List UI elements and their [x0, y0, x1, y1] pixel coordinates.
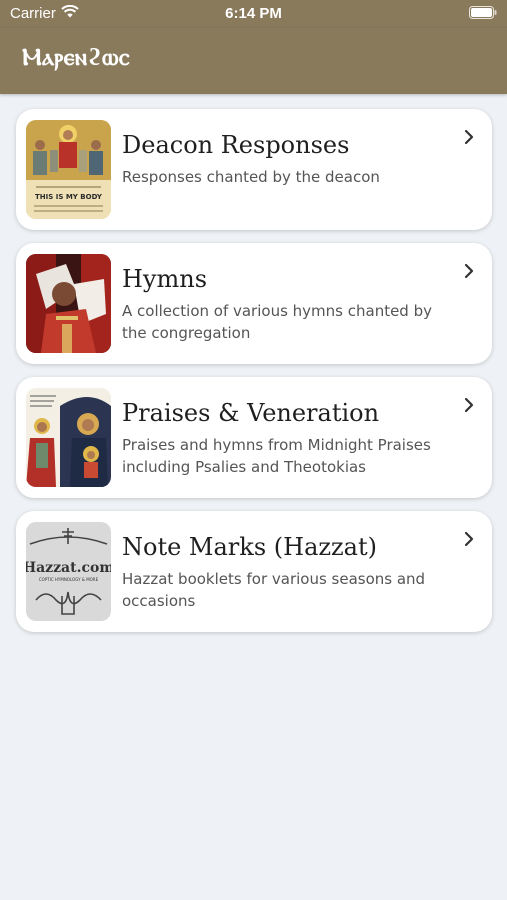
card-title: Note Marks (Hazzat): [122, 533, 377, 561]
chevron-right-icon: [464, 531, 474, 551]
category-card-praises-veneration[interactable]: Praises & Veneration Praises and hymns f…: [16, 377, 492, 498]
praises-veneration-thumbnail: [26, 388, 111, 487]
chevron-right-icon: [464, 397, 474, 417]
card-description: Hazzat booklets for various seasons and …: [122, 570, 426, 610]
card-title: Deacon Responses: [122, 131, 350, 159]
category-card-deacon-responses[interactable]: THIS IS MY BODY Deacon Responses Respons…: [16, 109, 492, 230]
hazzat-thumbnail: Hazzat.com COPTIC HYMNOLOGY & MORE: [26, 522, 111, 621]
hymns-thumbnail: [26, 254, 111, 353]
chevron-right-icon: [464, 129, 474, 149]
category-card-hymns[interactable]: Hymns A collection of various hymns chan…: [16, 243, 492, 364]
card-title: Praises & Veneration: [122, 399, 380, 427]
card-title: Hymns: [122, 265, 208, 293]
thumbnail-tagline: COPTIC HYMNOLOGY & MORE: [39, 577, 99, 582]
status-bar: Carrier 6:14 PM: [0, 0, 507, 28]
thumbnail-caption: THIS IS MY BODY: [35, 193, 103, 201]
deacon-responses-thumbnail: THIS IS MY BODY: [26, 120, 111, 219]
app-bar: Ⲙⲁⲣⲉⲛϩⲱⲥ: [0, 28, 507, 94]
thumbnail-logo-text: Hazzat.com: [26, 560, 111, 576]
app-title: Ⲙⲁⲣⲉⲛϩⲱⲥ: [22, 42, 131, 71]
category-list: THIS IS MY BODY Deacon Responses Respons…: [16, 109, 492, 645]
status-time: 6:14 PM: [225, 5, 282, 22]
battery-icon: [469, 6, 497, 23]
card-description: A collection of various hymns chanted by…: [122, 302, 432, 342]
category-card-note-marks-hazzat[interactable]: Hazzat.com COPTIC HYMNOLOGY & MORE Note …: [16, 511, 492, 632]
chevron-right-icon: [464, 263, 474, 283]
card-description: Praises and hymns from Midnight Praises …: [122, 436, 431, 476]
card-description: Responses chanted by the deacon: [122, 168, 380, 186]
